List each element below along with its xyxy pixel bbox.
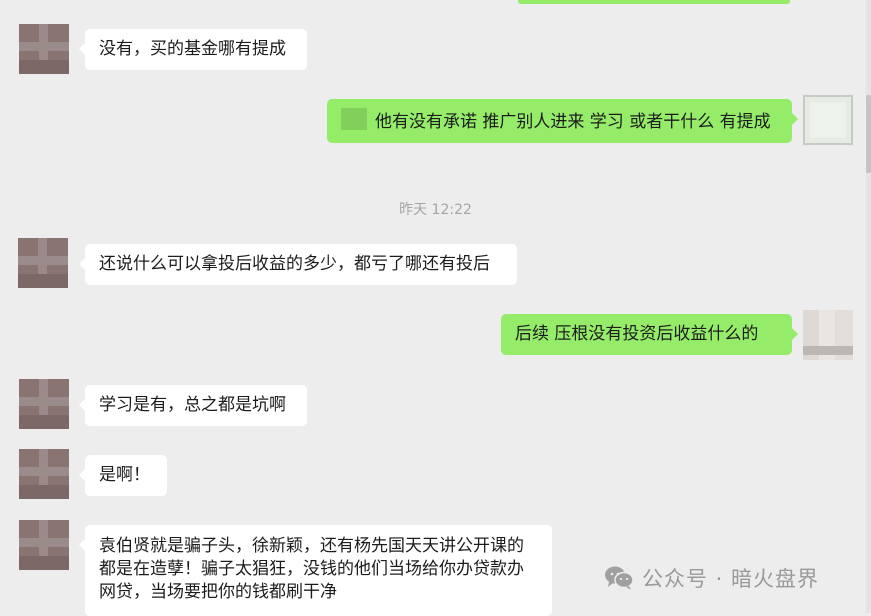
previous-message-bubble-edge: [518, 0, 790, 4]
my-avatar[interactable]: [803, 310, 853, 360]
message-bubble-incoming[interactable]: 学习是有，总之都是坑啊: [79, 385, 307, 426]
message-text: 后续 压根没有投资后收益什么的: [515, 324, 759, 344]
message-text: 袁伯贤就是骗子头，徐新颖，还有杨先国天天讲公开课的都是在造孽！骗子太猖狂，没钱的…: [99, 536, 524, 602]
timestamp-divider: 昨天 12:22: [399, 202, 472, 218]
watermark: 公众号 · 暗火盘界: [604, 563, 819, 593]
message-text: 没有，买的基金哪有提成: [99, 39, 286, 59]
message-bubble-incoming[interactable]: 袁伯贤就是骗子头，徐新颖，还有杨先国天天讲公开课的都是在造孽！骗子太猖狂，没钱的…: [79, 525, 552, 616]
contact-avatar[interactable]: [19, 24, 69, 74]
scrollbar-track[interactable]: [866, 0, 871, 613]
message-bubble-incoming[interactable]: 还说什么可以拿投后收益的多少，都亏了哪还有投后: [79, 244, 517, 285]
message-text: 还说什么可以拿投后收益的多少，都亏了哪还有投后: [99, 254, 490, 274]
contact-avatar[interactable]: [18, 238, 68, 288]
scrollbar-thumb[interactable]: [866, 95, 871, 173]
message-text: 是啊！: [99, 465, 150, 485]
contact-avatar[interactable]: [19, 449, 69, 499]
chat-window: 没有，买的基金哪有提成 他有没有承诺 推广别人进来 学习 或者干什么 有提成 昨…: [0, 0, 871, 616]
message-text: 他有没有承诺 推广别人进来 学习 或者干什么 有提成: [375, 112, 771, 132]
message-bubble-outgoing[interactable]: 他有没有承诺 推广别人进来 学习 或者干什么 有提成: [327, 99, 798, 143]
message-text: 学习是有，总之都是坑啊: [99, 395, 286, 415]
message-bubble-incoming[interactable]: 是啊！: [79, 455, 167, 496]
watermark-text: 公众号 · 暗火盘界: [642, 567, 820, 591]
contact-avatar[interactable]: [19, 379, 69, 429]
contact-avatar[interactable]: [19, 520, 69, 570]
message-bubble-incoming[interactable]: 没有，买的基金哪有提成: [79, 29, 307, 70]
message-bubble-outgoing[interactable]: 后续 压根没有投资后收益什么的: [501, 314, 798, 355]
my-avatar[interactable]: [803, 95, 853, 145]
emoji-icon: [341, 108, 367, 130]
wechat-icon: [605, 566, 634, 590]
